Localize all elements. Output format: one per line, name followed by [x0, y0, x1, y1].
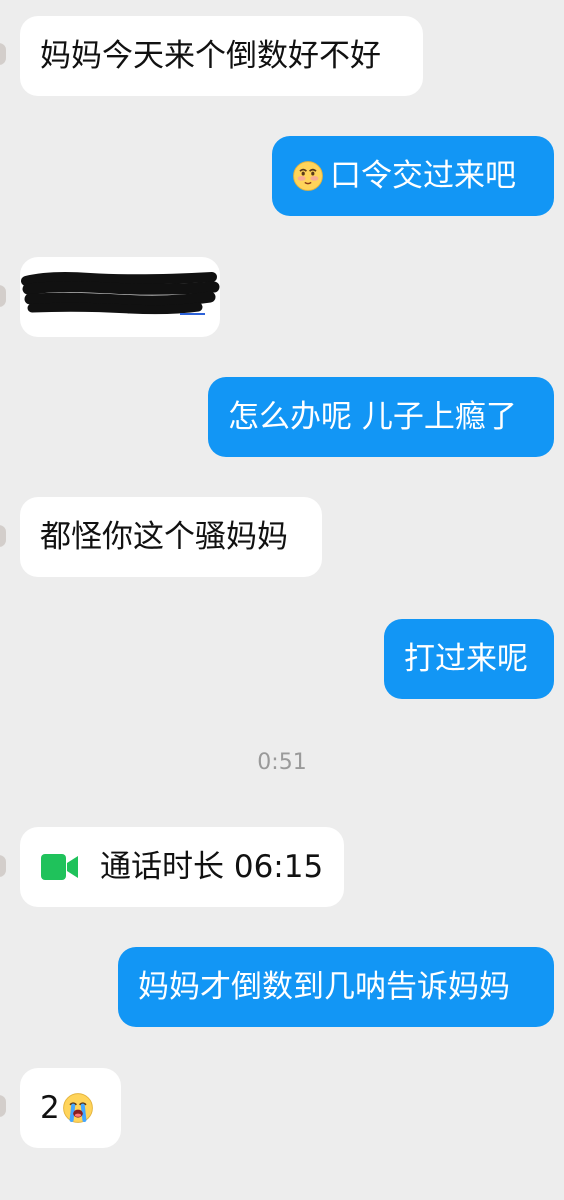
redaction-scribble: [21, 272, 220, 315]
message-bubble-incoming[interactable]: 都怪你这个骚妈妈: [20, 497, 322, 577]
message-bubble-outgoing[interactable]: 妈妈才倒数到几呐告诉妈妈: [118, 947, 554, 1027]
message-bubble-outgoing[interactable]: 怎么办呢 儿子上瘾了: [208, 377, 554, 457]
blushing-face-icon: [293, 161, 323, 191]
avatar[interactable]: [0, 285, 6, 307]
message-text: 妈妈才倒数到几呐告诉妈妈: [138, 969, 510, 1005]
avatar[interactable]: [0, 525, 6, 547]
message-text: 2: [40, 1090, 60, 1126]
avatar[interactable]: [0, 1095, 6, 1117]
crying-face-icon: [62, 1093, 93, 1123]
video-call-bubble[interactable]: 通话时长 06:15: [20, 827, 344, 907]
message-bubble-incoming[interactable]: 妈妈今天来个倒数好不好: [20, 16, 423, 96]
avatar[interactable]: [0, 43, 6, 65]
video-camera-icon: [41, 854, 78, 880]
message-bubble-outgoing[interactable]: 口令交过来吧: [272, 136, 554, 216]
message-bubble-outgoing[interactable]: 打过来呢: [384, 619, 554, 699]
avatar[interactable]: [0, 855, 6, 877]
message-text: 怎么办呢 儿子上瘾了: [228, 399, 517, 435]
timestamp: 0:51: [257, 750, 307, 775]
message-text: 都怪你这个骚妈妈: [40, 519, 288, 555]
call-duration-label: 通话时长 06:15: [100, 849, 324, 885]
message-text: 打过来呢: [404, 641, 528, 677]
message-text: 妈妈今天来个倒数好不好: [40, 38, 381, 74]
message-bubble-incoming[interactable]: [20, 257, 220, 337]
message-bubble-incoming[interactable]: 2: [20, 1068, 121, 1148]
message-text: 口令交过来吧: [330, 158, 516, 194]
